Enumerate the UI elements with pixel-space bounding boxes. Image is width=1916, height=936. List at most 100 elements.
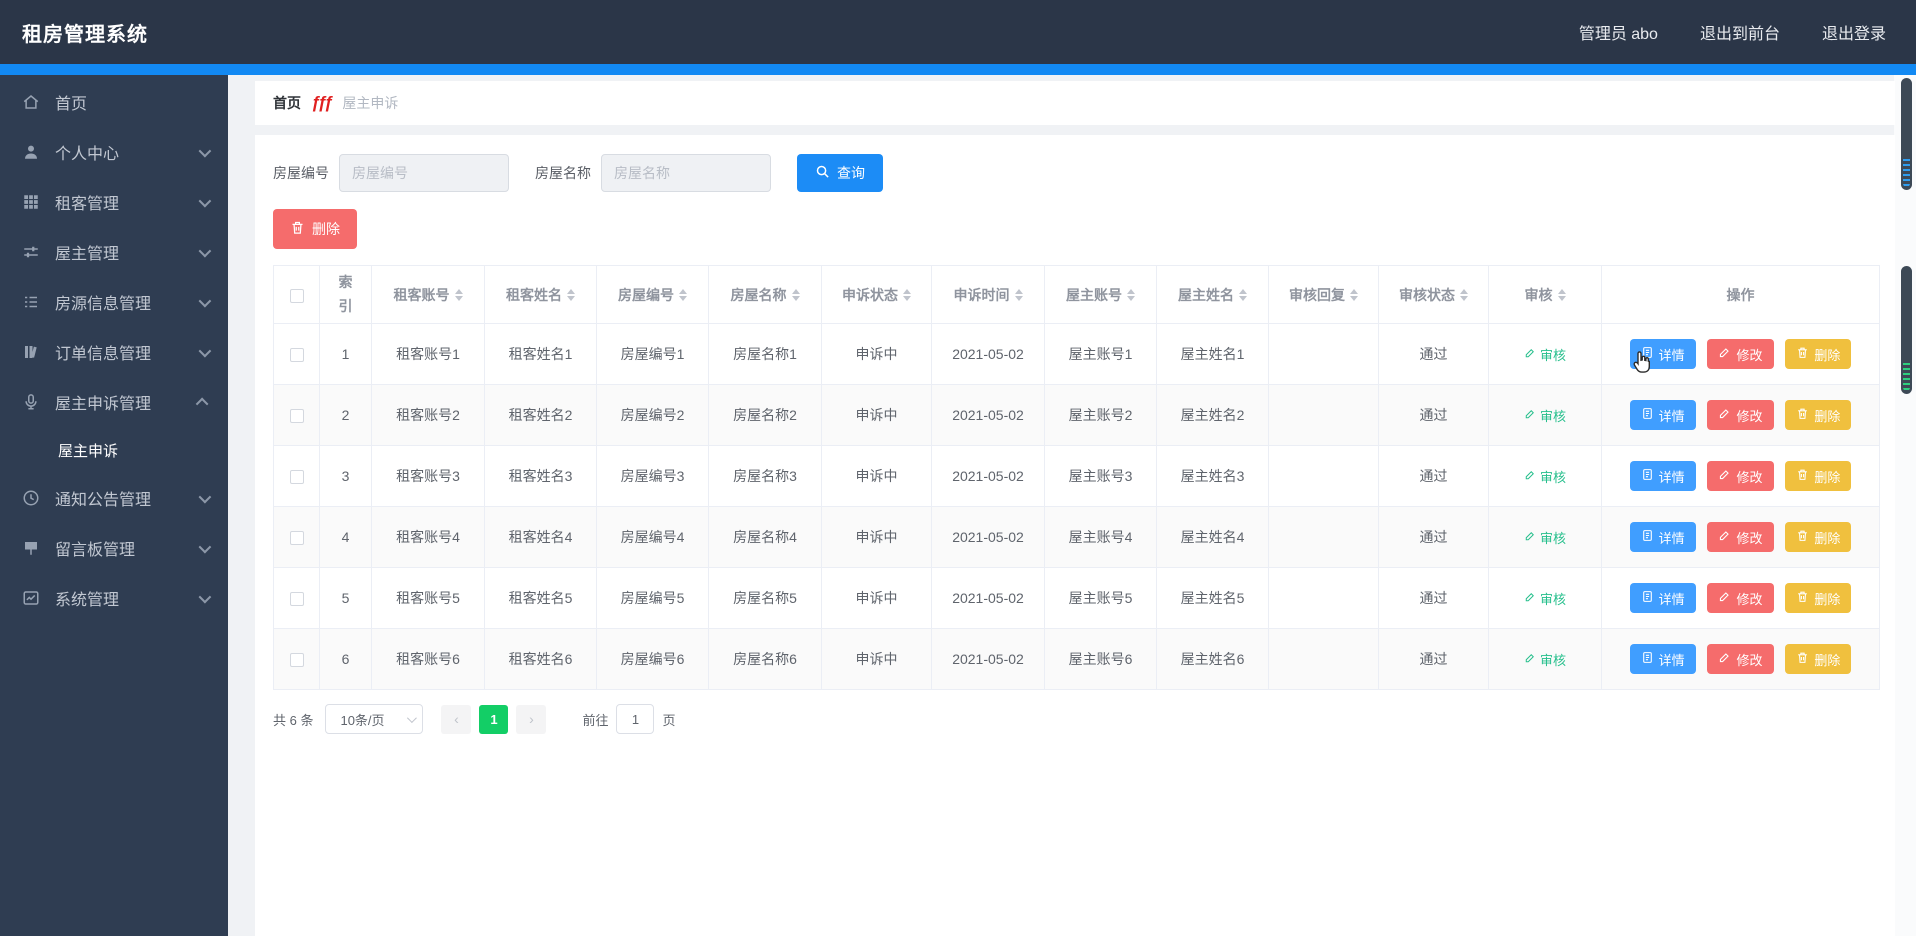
delete-button[interactable]: 删除 xyxy=(1785,461,1852,491)
sidebar-item-8[interactable]: 通知公告管理 xyxy=(0,473,228,523)
edit-button[interactable]: 修改 xyxy=(1707,644,1774,674)
cell-tenant-account: 租客账号6 xyxy=(371,628,485,690)
page-size-select[interactable]: 10条/页 xyxy=(325,704,424,734)
sidebar-item-0[interactable]: 首页 xyxy=(0,77,228,127)
exit-to-front-link[interactable]: 退出到前台 xyxy=(1700,20,1780,44)
delete-button[interactable]: 删除 xyxy=(1785,400,1852,430)
sort-caret-icon[interactable] xyxy=(1460,288,1468,301)
column-header[interactable]: 申诉状态 xyxy=(842,285,898,305)
review-link[interactable]: 审核 xyxy=(1524,406,1566,425)
home-icon xyxy=(22,92,42,112)
sort-caret-icon[interactable] xyxy=(1014,288,1023,301)
bulk-delete-button[interactable]: 删除 xyxy=(273,209,357,249)
row-checkbox[interactable] xyxy=(289,592,304,607)
breadcrumb-home[interactable]: 首页 xyxy=(273,93,301,113)
sidebar-item-2[interactable]: 租客管理 xyxy=(0,177,228,227)
detail-button[interactable]: 详情 xyxy=(1629,583,1696,613)
document-icon xyxy=(1641,590,1654,606)
column-header[interactable]: 审核状态 xyxy=(1399,285,1455,305)
detail-button[interactable]: 详情 xyxy=(1629,400,1696,430)
column-header[interactable]: 审核 xyxy=(1525,285,1553,305)
sidebar-item-3[interactable]: 屋主管理 xyxy=(0,227,228,277)
delete-button[interactable]: 删除 xyxy=(1785,644,1852,674)
sort-caret-icon[interactable] xyxy=(1239,288,1247,301)
sort-caret-icon[interactable] xyxy=(903,288,911,301)
column-header[interactable]: 审核回复 xyxy=(1289,285,1345,305)
column-header[interactable]: 申诉时间 xyxy=(954,285,1010,305)
goto-page-input[interactable] xyxy=(616,704,655,734)
review-link[interactable]: 审核 xyxy=(1524,650,1566,669)
sidebar-item-5[interactable]: 订单信息管理 xyxy=(0,327,228,377)
edit-button[interactable]: 修改 xyxy=(1707,522,1774,552)
detail-button[interactable]: 详情 xyxy=(1629,644,1696,674)
row-checkbox[interactable] xyxy=(289,531,304,546)
cell-owner-name: 屋主姓名3 xyxy=(1156,445,1269,507)
document-icon xyxy=(1641,651,1654,667)
logout-link[interactable]: 退出登录 xyxy=(1822,20,1886,44)
row-checkbox[interactable] xyxy=(289,409,304,424)
review-link[interactable]: 审核 xyxy=(1524,589,1566,608)
detail-button[interactable]: 详情 xyxy=(1629,522,1696,552)
cell-house-code: 房屋编号1 xyxy=(596,323,709,385)
query-button[interactable]: 查询 xyxy=(797,154,883,192)
edit-button[interactable]: 修改 xyxy=(1707,583,1774,613)
sidebar-item-6[interactable]: 屋主申诉管理 xyxy=(0,377,228,427)
cell-appeal-status: 申诉中 xyxy=(821,567,932,629)
cell-house-code: 房屋编号4 xyxy=(596,506,709,568)
next-page-button[interactable]: › xyxy=(516,704,547,734)
cell-tenant-account: 租客账号4 xyxy=(371,506,485,568)
cell-index: 6 xyxy=(319,628,372,690)
column-header[interactable]: 房屋名称 xyxy=(731,285,787,305)
sort-caret-icon[interactable] xyxy=(1350,288,1358,301)
house-code-input[interactable] xyxy=(339,154,509,192)
sidebar-item-4[interactable]: 房源信息管理 xyxy=(0,277,228,327)
review-link[interactable]: 审核 xyxy=(1524,467,1566,486)
cell-review-reply xyxy=(1268,506,1379,568)
detail-button[interactable]: 详情 xyxy=(1629,339,1696,369)
detail-button[interactable]: 详情 xyxy=(1629,461,1696,491)
column-header[interactable]: 租客账号 xyxy=(394,285,450,305)
cell-review-status: 通过 xyxy=(1378,323,1489,385)
page-suffix-label: 页 xyxy=(662,712,676,728)
edit-button[interactable]: 修改 xyxy=(1707,400,1774,430)
column-header: 索引 xyxy=(338,273,353,314)
cell-index: 3 xyxy=(319,445,372,507)
page-number-button[interactable]: 1 xyxy=(479,704,509,734)
row-checkbox[interactable] xyxy=(289,470,304,485)
cell-owner-name: 屋主姓名1 xyxy=(1156,323,1269,385)
sort-caret-icon[interactable] xyxy=(679,288,687,301)
sidebar-item-1[interactable]: 个人中心 xyxy=(0,127,228,177)
scrollbar-thumb[interactable] xyxy=(1901,266,1912,394)
navbar-right: 管理员 abo 退出到前台 退出登录 xyxy=(1579,20,1886,44)
delete-button[interactable]: 删除 xyxy=(1785,522,1852,552)
edit-button[interactable]: 修改 xyxy=(1707,461,1774,491)
review-link[interactable]: 审核 xyxy=(1524,345,1566,364)
column-header[interactable]: 房屋编号 xyxy=(618,285,674,305)
sort-caret-icon[interactable] xyxy=(1127,288,1135,301)
sort-caret-icon[interactable] xyxy=(567,288,575,301)
breadcrumb-separator-icon: ƒƒƒ xyxy=(311,93,333,112)
cell-house-code: 房屋编号6 xyxy=(596,628,709,690)
current-user[interactable]: 管理员 abo xyxy=(1579,20,1658,44)
column-header[interactable]: 租客姓名 xyxy=(506,285,562,305)
sort-caret-icon[interactable] xyxy=(454,288,463,301)
delete-button[interactable]: 删除 xyxy=(1785,339,1852,369)
house-name-input[interactable] xyxy=(601,154,771,192)
pencil-icon xyxy=(1718,346,1731,362)
select-all-checkbox[interactable] xyxy=(289,288,304,303)
sidebar-subitem-7[interactable]: 屋主申诉 xyxy=(0,427,228,473)
sidebar-item-9[interactable]: 留言板管理 xyxy=(0,523,228,573)
review-link[interactable]: 审核 xyxy=(1524,528,1566,547)
column-header[interactable]: 屋主姓名 xyxy=(1178,285,1234,305)
edit-button[interactable]: 修改 xyxy=(1707,339,1774,369)
row-checkbox[interactable] xyxy=(289,348,304,363)
column-header[interactable]: 屋主账号 xyxy=(1066,285,1122,305)
delete-button[interactable]: 删除 xyxy=(1785,583,1852,613)
scrollbar-thumb[interactable] xyxy=(1901,78,1912,190)
sort-caret-icon[interactable] xyxy=(791,288,800,301)
prev-page-button[interactable]: ‹ xyxy=(441,704,472,734)
sort-caret-icon[interactable] xyxy=(1557,288,1566,301)
row-checkbox[interactable] xyxy=(289,653,304,668)
content-card: 房屋编号 房屋名称 查询 删除 索引租 xyxy=(255,135,1895,936)
sidebar-item-10[interactable]: 系统管理 xyxy=(0,573,228,623)
